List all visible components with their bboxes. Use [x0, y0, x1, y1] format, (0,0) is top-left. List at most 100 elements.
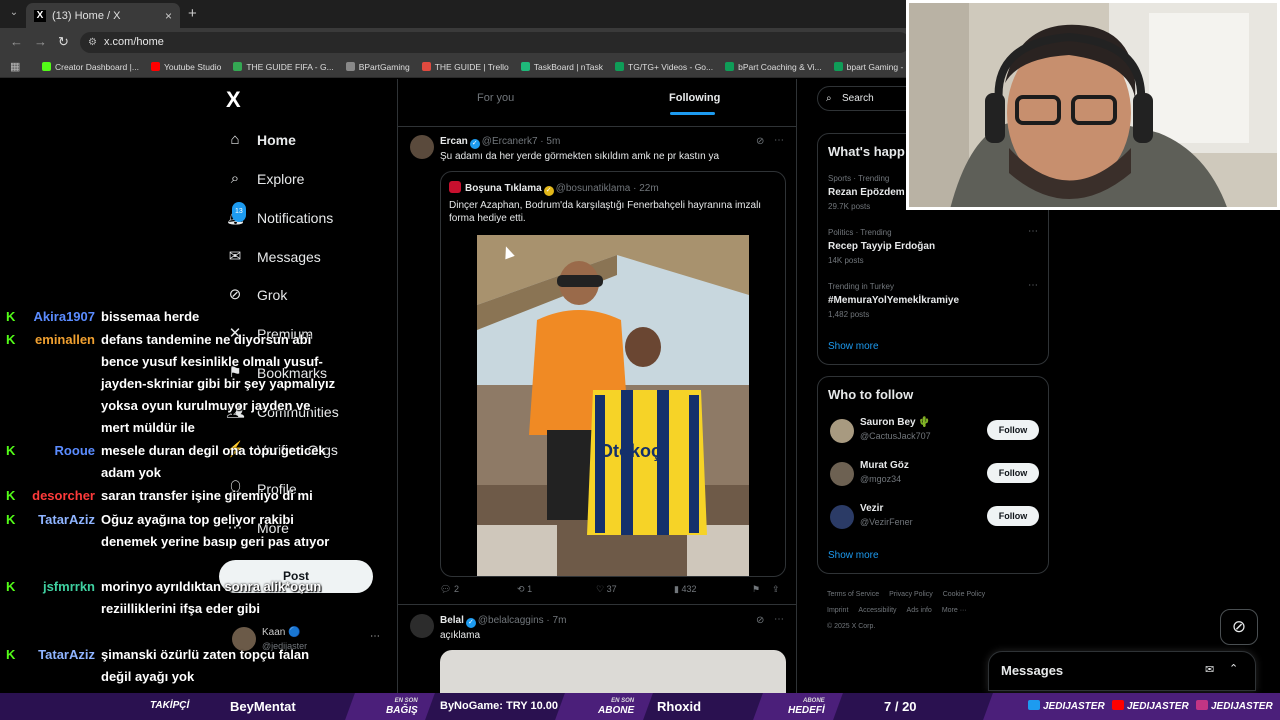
site-info-icon[interactable]: ⚙ — [88, 32, 97, 53]
bookmark-favicon-icon — [42, 62, 51, 71]
bookmark-item[interactable]: TG/TG+ Videos - Go... — [615, 62, 713, 72]
footer-link[interactable]: Privacy Policy — [889, 591, 933, 598]
footer-link[interactable]: Imprint — [827, 607, 848, 614]
stream-bottom-bar: TAKİPÇİ BeyMentat EN SON BAĞIŞ ByNoGame: … — [0, 693, 1280, 720]
instagram-icon — [1196, 700, 1208, 710]
x-logo-icon[interactable]: X — [226, 87, 241, 113]
expand-up-icon[interactable]: ⌃ — [1229, 662, 1238, 675]
search-icon: ⌕ — [826, 93, 832, 104]
grok-fab-icon[interactable]: ⊘ — [1220, 609, 1258, 645]
bookmark-item[interactable]: Creator Dashboard |... — [42, 62, 139, 72]
social-youtube: JEDIJASTER — [1112, 700, 1189, 712]
nav-item-home[interactable]: ⌂ Home — [226, 131, 295, 149]
share-icon[interactable]: ⇪ — [772, 584, 780, 595]
follow-suggestion-name[interactable]: Sauron Bey 🌵 — [860, 417, 931, 428]
apps-grid-icon[interactable]: ▦ — [10, 60, 24, 74]
browser-tab[interactable]: X (13) Home / X × — [26, 3, 180, 28]
follow-button[interactable]: Follow — [987, 420, 1039, 440]
reply-button[interactable]: 💬︎ 2 — [440, 584, 459, 595]
social-x: JEDIJASTER — [1028, 700, 1105, 712]
repost-icon: ⟲ — [517, 584, 525, 594]
bookmark-favicon-icon — [345, 62, 355, 71]
tab-search-icon[interactable]: ⌄ — [6, 5, 22, 21]
verified-badge-icon: ✓ — [465, 618, 476, 628]
avatar[interactable] — [410, 135, 434, 159]
forward-icon[interactable]: → — [34, 34, 47, 49]
new-message-icon[interactable]: ✉ — [1205, 663, 1214, 676]
tweet-more-icon[interactable]: ⋯ — [774, 614, 784, 625]
tab-following[interactable]: Following — [669, 92, 720, 104]
nav-item-explore[interactable]: ⌕ Explore — [226, 170, 305, 188]
nav-item-label: Notifications — [257, 210, 334, 226]
tweet-more-icon[interactable]: ⋯ — [774, 135, 784, 146]
follow-button[interactable]: Follow — [987, 463, 1039, 483]
bookmark-label: BPartGaming — [358, 61, 410, 72]
avatar[interactable] — [830, 462, 854, 486]
follow-suggestion-name[interactable]: Murat Göz — [860, 460, 909, 471]
messages-drawer[interactable]: Messages ✉ ⌃ — [988, 651, 1256, 691]
tweet-author-name[interactable]: Ercan — [440, 136, 468, 147]
bookmark-item[interactable]: THE GUIDE | Trello — [421, 62, 509, 72]
reply-count: 2 — [453, 584, 459, 594]
views-icon: ▮ — [674, 584, 679, 594]
nav-item-messages[interactable]: ✉ Messages — [226, 248, 321, 266]
bookmark-item[interactable]: bPart Coaching & Vi... — [725, 62, 822, 72]
nav-item-notifications[interactable]: 🔔︎13 Notifications — [226, 202, 334, 227]
follow-button[interactable]: Follow — [987, 506, 1039, 526]
footer-link[interactable]: More ··· — [942, 607, 967, 614]
subscriber-label: EN SON ABONE — [598, 696, 634, 716]
footer-links: Terms of Service Privacy Policy Cookie Pol… — [827, 587, 1037, 635]
trend-more-icon[interactable]: ⋯ — [1028, 226, 1038, 237]
back-icon[interactable]: ← — [10, 34, 23, 49]
like-button[interactable]: ♡ 37 — [596, 584, 617, 595]
avatar[interactable] — [830, 419, 854, 443]
tab-close-icon[interactable]: × — [165, 9, 172, 23]
trend-name[interactable]: Recep Tayyip Erdoğan — [828, 241, 935, 252]
trend-name[interactable]: #MemuraYolYemekİkramiye — [828, 295, 959, 306]
bookmark-button[interactable]: ⚑ — [752, 584, 760, 595]
tweet-handle[interactable]: @belalcaggins · 7m — [478, 615, 567, 626]
footer-link[interactable]: © 2025 X Corp. — [827, 623, 875, 630]
verified-badge-icon: ✓ — [469, 139, 480, 149]
follow-show-more-link[interactable]: Show more — [828, 550, 879, 561]
grok-explain-icon[interactable]: ⊘ — [756, 136, 764, 147]
footer-link[interactable]: Ads info — [907, 607, 932, 614]
address-bar[interactable]: ⚙ x.com/home — [80, 32, 910, 53]
reload-icon[interactable]: ↻ — [58, 34, 69, 50]
active-tab-indicator — [670, 112, 715, 115]
avatar[interactable] — [830, 505, 854, 529]
webcam-overlay — [906, 0, 1280, 210]
repost-button[interactable]: ⟲ 1 — [517, 584, 532, 595]
chat-message-text: mesele duran degil ona topu geticek adam… — [101, 443, 326, 480]
follower-value: BeyMentat — [230, 699, 296, 714]
views-button[interactable]: ▮ 432 — [674, 584, 697, 595]
goal-value: 7 / 20 — [884, 699, 917, 714]
bookmark-label: TG/TG+ Videos - Go... — [628, 61, 714, 72]
trend-more-icon[interactable]: ⋯ — [1028, 280, 1038, 291]
bookmark-item[interactable]: BPartGaming — [345, 61, 410, 72]
tweet-photo[interactable]: Otokoç — [477, 235, 749, 576]
tweet-header: Belal ✓ @belalcaggins · 7m — [440, 615, 566, 628]
mail-icon: ✉ — [228, 248, 242, 265]
trend-name[interactable]: Rezan Epözdem — [828, 187, 905, 198]
bookmark-item[interactable]: THE GUIDE FIFA - G... — [233, 62, 334, 72]
avatar[interactable] — [410, 614, 434, 638]
grok-icon: ⊘ — [228, 286, 242, 303]
footer-link[interactable]: Cookie Policy — [943, 591, 985, 598]
bookmark-item[interactable]: Youtube Studio — [150, 62, 221, 72]
tab-for-you[interactable]: For you — [477, 92, 514, 104]
nav-item-grok[interactable]: ⊘ Grok — [226, 286, 288, 304]
bookmark-item[interactable]: TaskBoard | nTask — [520, 62, 603, 72]
follow-suggestion-name[interactable]: Vezir — [860, 503, 883, 514]
tweet-author-name[interactable]: Belal — [440, 615, 464, 626]
trends-show-more-link[interactable]: Show more — [828, 341, 879, 352]
new-tab-button[interactable]: + — [188, 5, 197, 22]
stream-chat-overlay: K Akira1907 bissemaa herde Keminallen defans… — [0, 308, 390, 694]
quoted-tweet[interactable]: Boşuna Tıklama ✓ @bosunatiklama · 22m Dinç… — [440, 171, 786, 577]
tweet-handle[interactable]: @Ercanerk7 · 5m — [482, 136, 561, 147]
footer-link[interactable]: Terms of Service — [827, 591, 879, 598]
social-instagram: JEDIJASTER — [1196, 700, 1273, 712]
footer-link[interactable]: Accessibility — [858, 607, 896, 614]
grok-explain-icon[interactable]: ⊘ — [756, 615, 764, 626]
chat-message-text: bissemaa herde — [101, 309, 200, 324]
